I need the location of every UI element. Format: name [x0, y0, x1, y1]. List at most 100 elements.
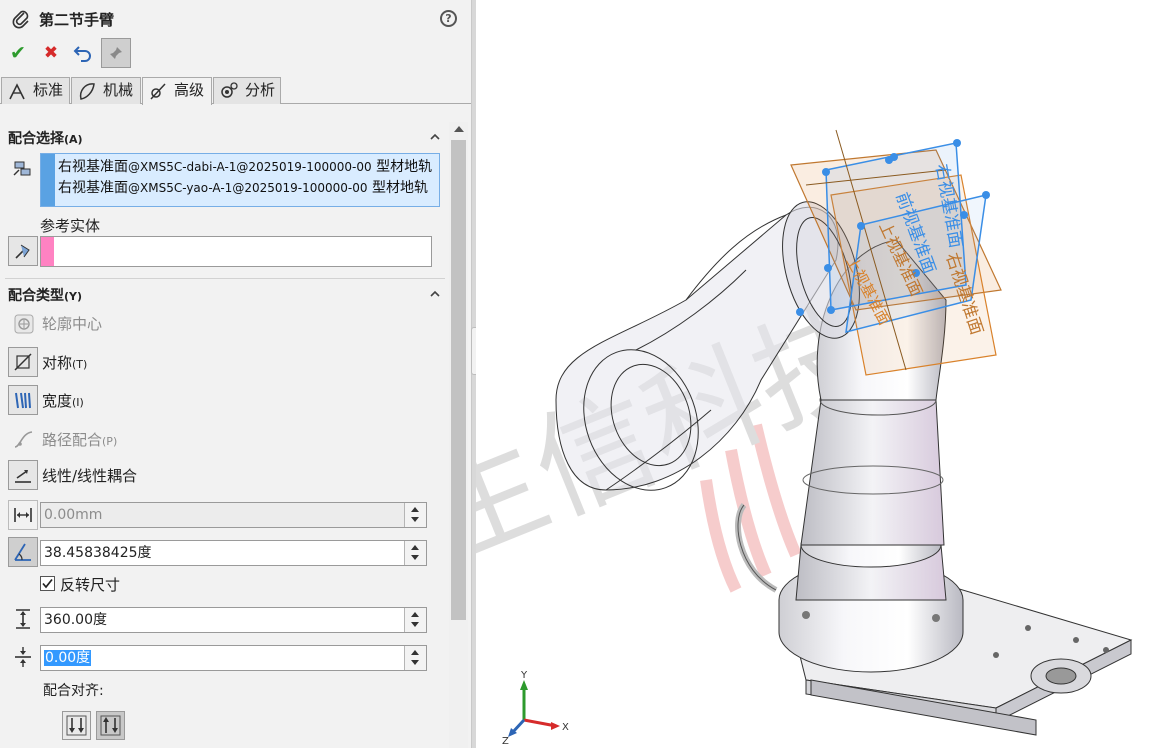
model-viewport-canvas[interactable]: 生信科技: [476, 0, 1149, 748]
section-divider: [5, 278, 445, 279]
distance-spinner[interactable]: [404, 503, 426, 527]
maximum-value: 360.00度: [44, 612, 107, 628]
option-label: 对称: [42, 354, 73, 372]
mate-option-path-mate[interactable]: 路径配合(P): [42, 429, 117, 450]
mate-type-tabs: 标准 机械 高级 分析: [0, 77, 471, 105]
property-manager-title: 第二节手臂: [39, 11, 115, 29]
distance-input[interactable]: 0.00mm: [40, 502, 427, 528]
maximum-value-input[interactable]: 360.00度: [40, 607, 427, 633]
flip-dimension-label[interactable]: 反转尺寸: [60, 574, 120, 595]
spin-down-icon[interactable]: [411, 660, 419, 665]
minimum-spinner[interactable]: [404, 646, 426, 670]
section-title: 配合选择: [8, 131, 64, 147]
panel-scrollbar[interactable]: [449, 122, 468, 748]
angle-spinner[interactable]: [404, 541, 426, 565]
minimum-value-input[interactable]: 0.00度: [40, 645, 427, 671]
symmetric-icon: [14, 353, 32, 371]
spin-up-icon[interactable]: [411, 612, 419, 617]
angle-value: 38.45838425度: [44, 545, 152, 561]
distance-value: 0.00mm: [44, 507, 103, 523]
linear-coupler-icon: [15, 470, 31, 483]
mate-option-symmetric[interactable]: 对称(T): [42, 352, 87, 373]
property-manager-header: 第二节手臂 ?: [0, 0, 471, 36]
profile-center-icon: [14, 314, 34, 334]
tab-analysis[interactable]: 分析: [213, 77, 281, 104]
help-icon[interactable]: ?: [440, 10, 457, 27]
option-shortcut: (P): [102, 435, 118, 448]
reference-entity-icon: [15, 244, 30, 259]
mate-option-profile-center[interactable]: 轮廓中心: [42, 313, 102, 334]
minimum-value: 0.00度: [44, 650, 92, 666]
scrollbar-thumb[interactable]: [451, 140, 466, 620]
tab-label: 分析: [245, 81, 276, 99]
ok-button[interactable]: ✔: [5, 40, 31, 66]
aligned-button[interactable]: [62, 711, 91, 740]
aligned-icon: [66, 715, 87, 736]
mate-entities-icon: [13, 161, 31, 176]
mate-selections-list[interactable]: 右视基准面@XMS5C-dabi-A-1@2025019-100000-00 型…: [40, 153, 440, 207]
angle-input[interactable]: 38.45838425度: [40, 540, 427, 566]
tab-label: 机械: [103, 81, 134, 99]
triad-z-label: Z: [502, 736, 509, 747]
list-item[interactable]: 右视基准面@XMS5C-yao-A-1@2025019-100000-00 型材…: [58, 177, 438, 197]
distance-button[interactable]: [8, 500, 38, 530]
symmetric-button[interactable]: [8, 347, 38, 377]
standard-mates-icon: [9, 83, 25, 100]
selection-face-name: 右视基准面: [58, 180, 128, 196]
tab-mechanical[interactable]: 机械: [71, 77, 141, 104]
mechanical-mates-icon: [79, 83, 95, 100]
tab-standard[interactable]: 标准: [1, 77, 70, 104]
mate-types-header[interactable]: 配合类型(Y): [8, 285, 82, 305]
path-mate-icon: [14, 431, 33, 448]
spin-up-icon[interactable]: [411, 507, 419, 512]
spin-down-icon[interactable]: [411, 622, 419, 627]
spin-up-icon[interactable]: [411, 545, 419, 550]
spin-down-icon[interactable]: [411, 555, 419, 560]
anti-aligned-icon: [100, 715, 121, 736]
mate-paperclip-icon: [12, 10, 29, 29]
option-shortcut: (I): [72, 396, 84, 409]
spin-up-icon[interactable]: [411, 650, 419, 655]
list-item[interactable]: 右视基准面@XMS5C-dabi-A-1@2025019-100000-00 型…: [58, 156, 438, 176]
distance-icon: [14, 508, 32, 522]
tab-advanced[interactable]: 高级: [142, 77, 212, 105]
option-shortcut: (T): [72, 358, 88, 371]
mate-property-manager: 第二节手臂 ? ✔ ✖ 标准 机械 高级 分析 配合选择(A) 右视基准面@XM…: [0, 0, 472, 748]
width-button[interactable]: [8, 385, 38, 415]
selection-component-path: @XMS5C-dabi-A-1@2025019-100000-00: [128, 160, 372, 174]
flip-dimension-checkbox[interactable]: [40, 576, 55, 591]
reference-entity-button[interactable]: [8, 236, 38, 266]
selection-face-name: 右视基准面: [58, 159, 128, 175]
selection-assembly-name: 型材地轨: [367, 180, 428, 196]
section-title: 配合类型: [8, 288, 64, 304]
graphics-area[interactable]: 生信科技: [476, 0, 1149, 748]
analysis-icon: [221, 82, 238, 98]
advanced-mates-icon: [150, 83, 166, 100]
mate-option-width[interactable]: 宽度(I): [42, 390, 84, 411]
section-shortcut: (A): [64, 133, 83, 146]
selection-assembly-name: 型材地轨: [371, 159, 433, 175]
tab-label: 标准: [33, 81, 64, 99]
maximum-value-icon: [16, 609, 30, 629]
triad-x-label: X: [562, 722, 569, 733]
spin-down-icon[interactable]: [411, 517, 419, 522]
reference-entity-label: 参考实体: [40, 217, 101, 235]
collapse-chevron-icon[interactable]: [430, 289, 440, 299]
cancel-button[interactable]: ✖: [38, 40, 64, 66]
keep-visible-pin-button[interactable]: [101, 38, 131, 68]
reference-entity-field[interactable]: [40, 236, 432, 267]
maximum-spinner[interactable]: [404, 608, 426, 632]
undo-button[interactable]: [70, 40, 96, 66]
triad-y-label: Y: [520, 670, 528, 681]
angle-button[interactable]: [8, 537, 38, 567]
mate-selections-header[interactable]: 配合选择(A): [8, 128, 83, 148]
linear-coupler-button[interactable]: [8, 460, 38, 490]
option-label: 路径配合: [42, 431, 103, 449]
collapse-chevron-icon[interactable]: [430, 132, 440, 142]
reference-focus-bar: [41, 237, 54, 266]
scroll-up-arrow-icon[interactable]: [454, 126, 464, 132]
mate-alignment-label: 配合对齐:: [43, 683, 104, 699]
view-triad[interactable]: Y X Z: [502, 670, 569, 747]
anti-aligned-button[interactable]: [96, 711, 125, 740]
mate-option-linear-coupler[interactable]: 线性/线性耦合: [42, 465, 137, 486]
